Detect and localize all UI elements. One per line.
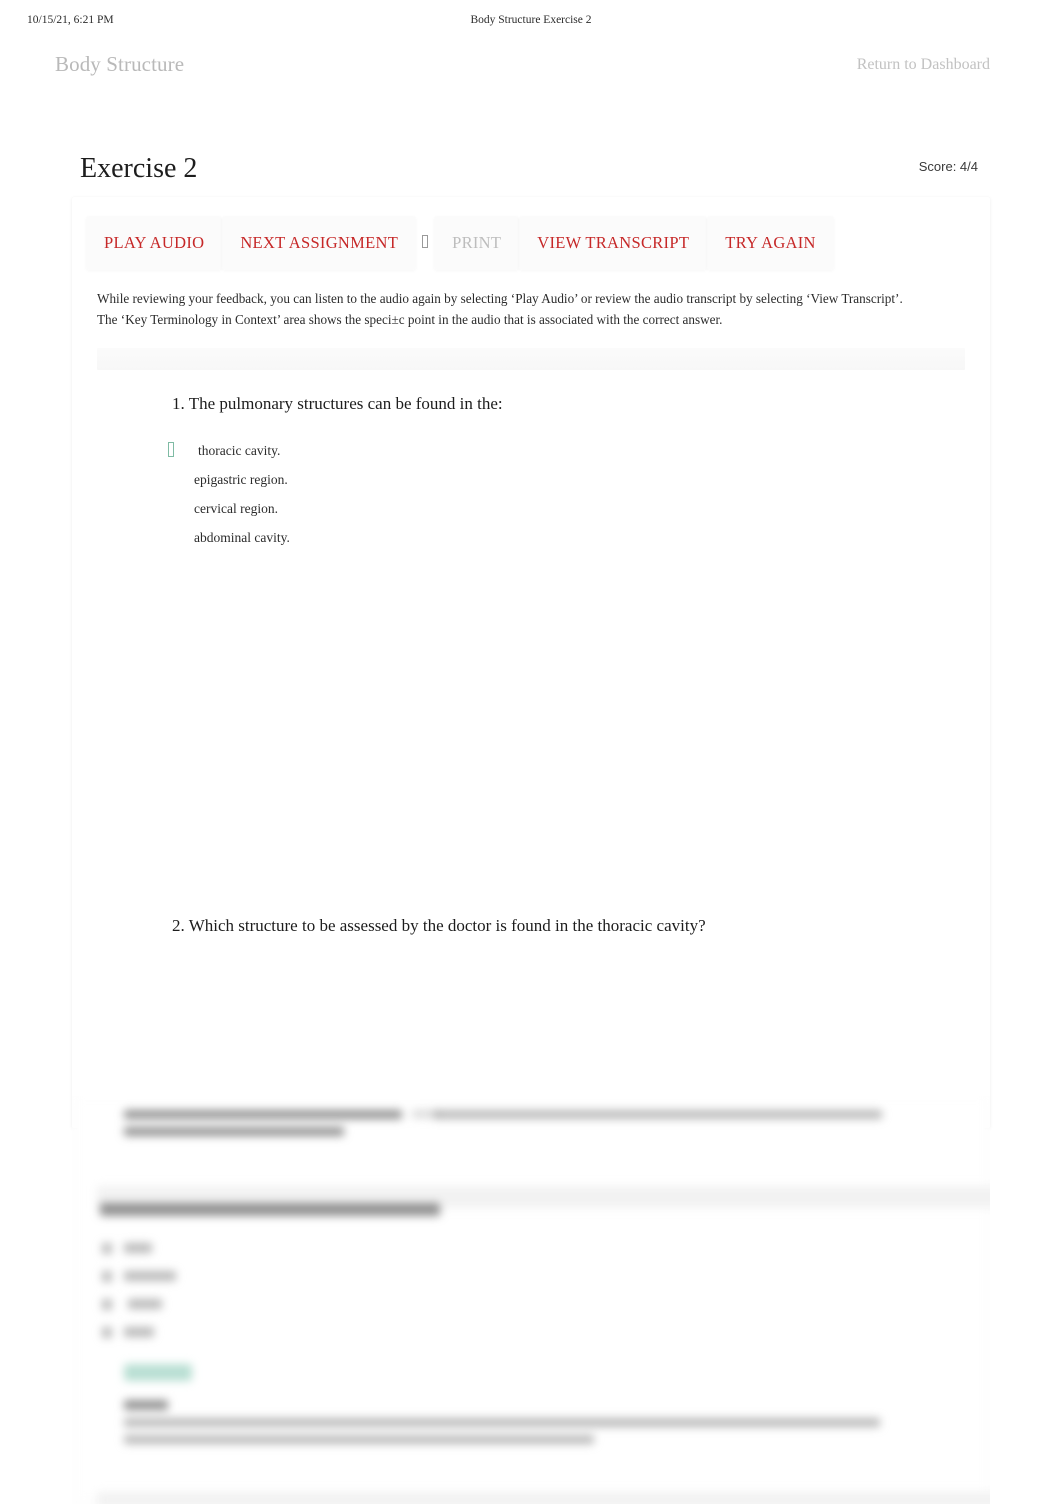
play-audio-button[interactable]: PLAY AUDIO: [86, 216, 223, 270]
option-item[interactable]: epigastric region.: [168, 465, 990, 494]
score-badge: Score: 4/4: [918, 159, 978, 174]
blurred-content: [72, 1096, 990, 1504]
try-again-button[interactable]: TRY AGAIN: [707, 216, 834, 270]
action-toolbar: PLAY AUDIO NEXT ASSIGNMENT PRINT VIEW TR…: [72, 197, 990, 289]
option-item[interactable]: abdominal cavity.: [168, 523, 990, 552]
question-block-2: 2. Which structure to be assessed by the…: [72, 892, 990, 1128]
page-title: Exercise 2: [80, 153, 198, 184]
option-label: cervical region.: [194, 500, 278, 516]
option-label: epigastric region.: [194, 471, 288, 487]
brand-title: Body Structure: [55, 52, 185, 76]
return-to-dashboard-link[interactable]: Return to Dashboard: [857, 56, 990, 74]
question-block-1: 1. The pulmonary structures can be found…: [72, 370, 990, 892]
question-1-text: 1. The pulmonary structures can be found…: [172, 394, 503, 413]
instructions-line-2: The ‘Key Terminology in Context’ area sh…: [97, 311, 723, 327]
print-header: 10/15/21, 6:21 PM Body Structure Exercis…: [0, 14, 1062, 34]
print-document-title: Body Structure Exercise 2: [470, 14, 592, 26]
next-assignment-button[interactable]: NEXT ASSIGNMENT: [222, 216, 417, 270]
correct-answer-icon: [168, 442, 194, 459]
blurred-lower-section: [72, 1096, 990, 1504]
exercise-feedback-page: 10/15/21, 6:21 PM Body Structure Exercis…: [0, 0, 1062, 1504]
exercise-card: PLAY AUDIO NEXT ASSIGNMENT PRINT VIEW TR…: [72, 197, 990, 1128]
feedback-instructions: While reviewing your feedback, you can l…: [72, 289, 990, 330]
option-label: abdominal cavity.: [194, 529, 290, 545]
question-1-options: thoracic cavity. epigastric region. cerv…: [168, 436, 990, 552]
view-transcript-button[interactable]: VIEW TRANSCRIPT: [519, 216, 708, 270]
question-2-text: 2. Which structure to be assessed by the…: [172, 916, 706, 935]
instructions-line-1: While reviewing your feedback, you can l…: [97, 291, 903, 306]
option-item[interactable]: cervical region.: [168, 494, 990, 523]
missing-glyph-icon: [418, 235, 432, 251]
print-button[interactable]: PRINT: [434, 216, 520, 270]
question-1-feedback-area: [72, 552, 990, 892]
option-label: thoracic cavity.: [198, 442, 281, 458]
site-navigation: Body Structure Return to Dashboard: [0, 52, 1062, 88]
option-item[interactable]: thoracic cavity.: [168, 436, 990, 465]
section-divider: [97, 348, 965, 370]
